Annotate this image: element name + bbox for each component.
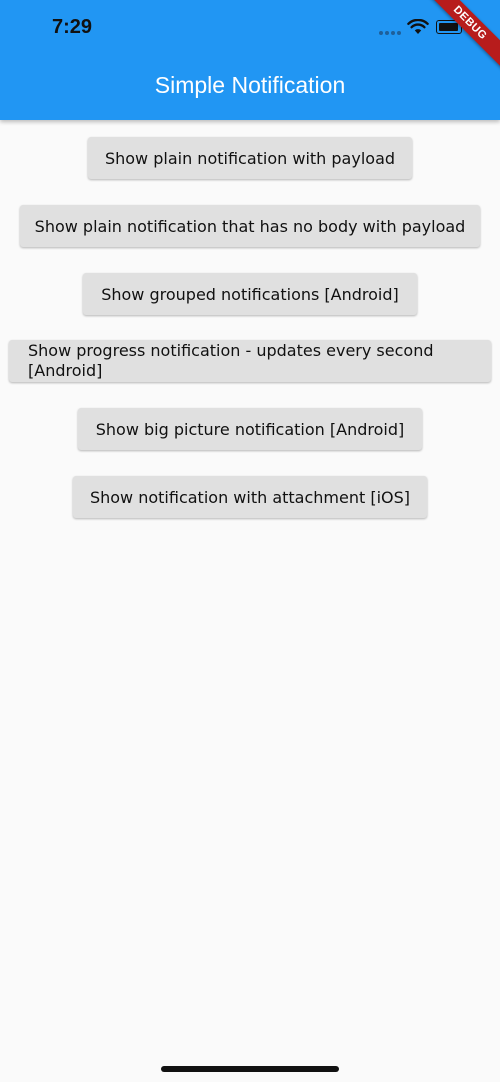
wifi-icon	[407, 19, 429, 34]
page-title: Simple Notification	[154, 72, 346, 98]
show-plain-notification-button[interactable]: Show plain notification with payload	[88, 137, 412, 179]
show-grouped-notifications-button[interactable]: Show grouped notifications [Android]	[83, 273, 417, 315]
app-bar: 7:29 DEBUG Simple Notification	[0, 0, 500, 120]
debug-banner: DEBUG	[421, 0, 500, 72]
status-bar-time: 7:29	[52, 16, 93, 38]
home-indicator[interactable]	[161, 1066, 339, 1072]
show-plain-notification-no-body-button[interactable]: Show plain notification that has no body…	[20, 205, 480, 247]
show-big-picture-notification-button[interactable]: Show big picture notification [Android]	[78, 408, 422, 450]
show-progress-notification-button[interactable]: Show progress notification - updates eve…	[9, 340, 491, 382]
cellular-signal-icon	[379, 31, 401, 35]
show-notification-with-attachment-button[interactable]: Show notification with attachment [iOS]	[73, 476, 427, 518]
